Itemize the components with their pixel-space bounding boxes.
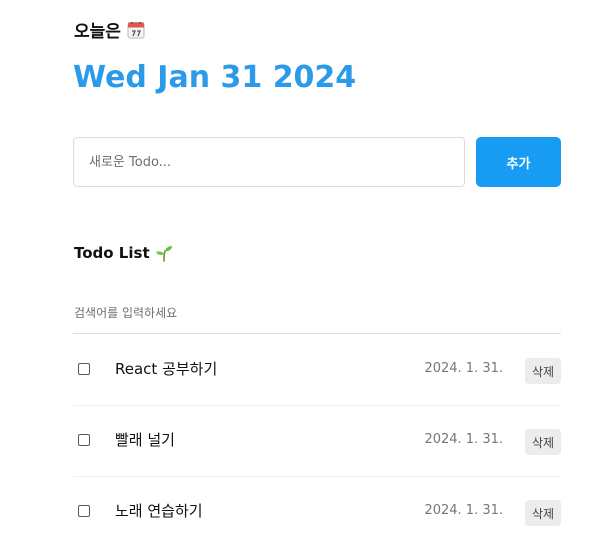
todo-item: React 공부하기 2024. 1. 31. 삭제 bbox=[73, 335, 561, 406]
todo-content: 빨래 널기 bbox=[115, 431, 175, 449]
todo-checkbox[interactable] bbox=[78, 363, 90, 375]
todo-checkbox[interactable] bbox=[78, 434, 90, 446]
delete-button[interactable]: 삭제 bbox=[525, 500, 561, 526]
todo-item: 노래 연습하기 2024. 1. 31. 삭제 bbox=[73, 477, 561, 548]
today-label: 오늘은 bbox=[74, 21, 121, 42]
search-input[interactable] bbox=[73, 292, 561, 334]
todo-content: React 공부하기 bbox=[115, 360, 218, 378]
add-button[interactable]: 추가 bbox=[476, 137, 561, 187]
delete-button[interactable]: 삭제 bbox=[525, 358, 561, 384]
todo-list-title: Todo List bbox=[74, 242, 173, 264]
todo-content: 노래 연습하기 bbox=[115, 502, 203, 520]
today-header: 오늘은 bbox=[74, 16, 145, 42]
todo-date: 2024. 1. 31. bbox=[424, 361, 503, 376]
todo-list-title-text: Todo List bbox=[74, 244, 150, 262]
date-title: Wed Jan 31 2024 bbox=[73, 60, 357, 95]
todo-item: 빨래 널기 2024. 1. 31. 삭제 bbox=[73, 406, 561, 477]
calendar-icon bbox=[127, 20, 145, 39]
todo-list: React 공부하기 2024. 1. 31. 삭제 빨래 널기 2024. 1… bbox=[73, 335, 561, 548]
sprout-icon bbox=[155, 244, 173, 262]
new-todo-input[interactable] bbox=[73, 137, 465, 187]
delete-button[interactable]: 삭제 bbox=[525, 429, 561, 455]
todo-checkbox[interactable] bbox=[78, 505, 90, 517]
todo-date: 2024. 1. 31. bbox=[424, 432, 503, 447]
todo-date: 2024. 1. 31. bbox=[424, 503, 503, 518]
todo-app: 오늘은 Wed Jan 31 2024 추가 Todo List bbox=[0, 0, 604, 550]
